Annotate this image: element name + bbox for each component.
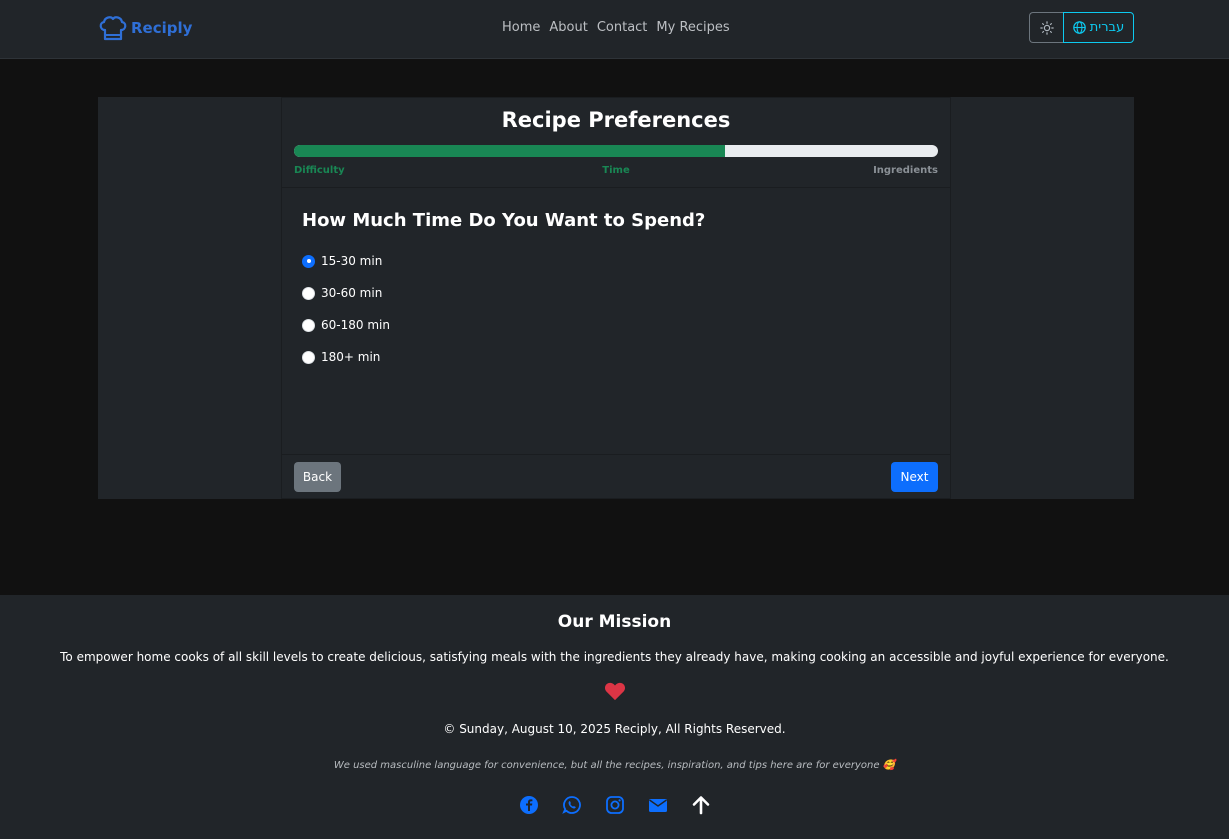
preferences-card: Recipe Preferences Difficulty Time Ingre… — [281, 97, 951, 499]
chef-hat-icon — [99, 16, 127, 41]
disclaimer-text: We used masculine language for convenien… — [333, 760, 896, 771]
option-label: 30-60 min — [321, 286, 383, 300]
radio-button[interactable] — [302, 254, 315, 268]
arrow-up-icon[interactable] — [690, 794, 712, 816]
radio-button[interactable] — [302, 350, 315, 364]
back-button[interactable]: Back — [294, 462, 341, 492]
nav-link-contact[interactable]: Contact — [597, 20, 648, 35]
page-title: Recipe Preferences — [501, 108, 731, 132]
heart-icon — [604, 682, 626, 701]
card-footer: Back Next — [282, 454, 950, 500]
card-header: Recipe Preferences Difficulty Time Ingre… — [282, 98, 950, 188]
progress-bar — [294, 145, 938, 157]
navbar: Reciply Home About Contact My Recipes עב… — [0, 0, 1229, 59]
option-label: 60-180 min — [321, 318, 390, 332]
facebook-icon[interactable] — [518, 794, 540, 816]
mission-title: Our Mission — [557, 612, 672, 632]
whatsapp-icon[interactable] — [561, 794, 583, 816]
step-label-time: Time — [602, 165, 630, 176]
step-label-difficulty: Difficulty — [294, 165, 345, 176]
brand-logo[interactable]: Reciply — [97, 12, 192, 44]
time-option-15-30[interactable]: 15-30 min — [302, 254, 382, 268]
instagram-icon[interactable] — [604, 794, 626, 816]
time-option-60-180[interactable]: 60-180 min — [302, 318, 390, 332]
nav-links: Home About Contact My Recipes — [502, 20, 739, 35]
step-labels: Difficulty Time Ingredients — [294, 165, 938, 179]
globe-icon — [1072, 21, 1086, 34]
language-button[interactable]: עברית — [1063, 12, 1134, 43]
sun-icon — [1039, 20, 1054, 35]
option-label: 15-30 min — [321, 254, 383, 268]
progress-fill — [294, 145, 726, 157]
time-option-30-60[interactable]: 30-60 min — [302, 286, 382, 300]
time-option-180-plus[interactable]: 180+ min — [302, 350, 380, 364]
nav-link-about[interactable]: About — [549, 20, 587, 35]
nav-link-my-recipes[interactable]: My Recipes — [656, 20, 729, 35]
step-label-ingredients: Ingredients — [873, 165, 938, 176]
radio-button[interactable] — [302, 318, 315, 332]
email-icon[interactable] — [647, 794, 669, 816]
mission-text: To empower home cooks of all skill level… — [60, 650, 1169, 664]
social-links — [0, 794, 1229, 816]
copyright-text: © Sunday, August 10, 2025 Reciply, All R… — [443, 722, 786, 736]
next-button[interactable]: Next — [891, 462, 938, 492]
option-label: 180+ min — [321, 350, 381, 364]
footer: Our Mission To empower home cooks of all… — [0, 595, 1229, 839]
radio-button[interactable] — [302, 286, 315, 300]
theme-toggle-button[interactable] — [1029, 12, 1063, 43]
nav-tools: עברית — [1029, 12, 1134, 44]
question-heading: How Much Time Do You Want to Spend? — [302, 210, 706, 231]
brand-name: Reciply — [131, 19, 193, 37]
language-label: עברית — [1089, 20, 1125, 35]
nav-link-home[interactable]: Home — [502, 20, 540, 35]
